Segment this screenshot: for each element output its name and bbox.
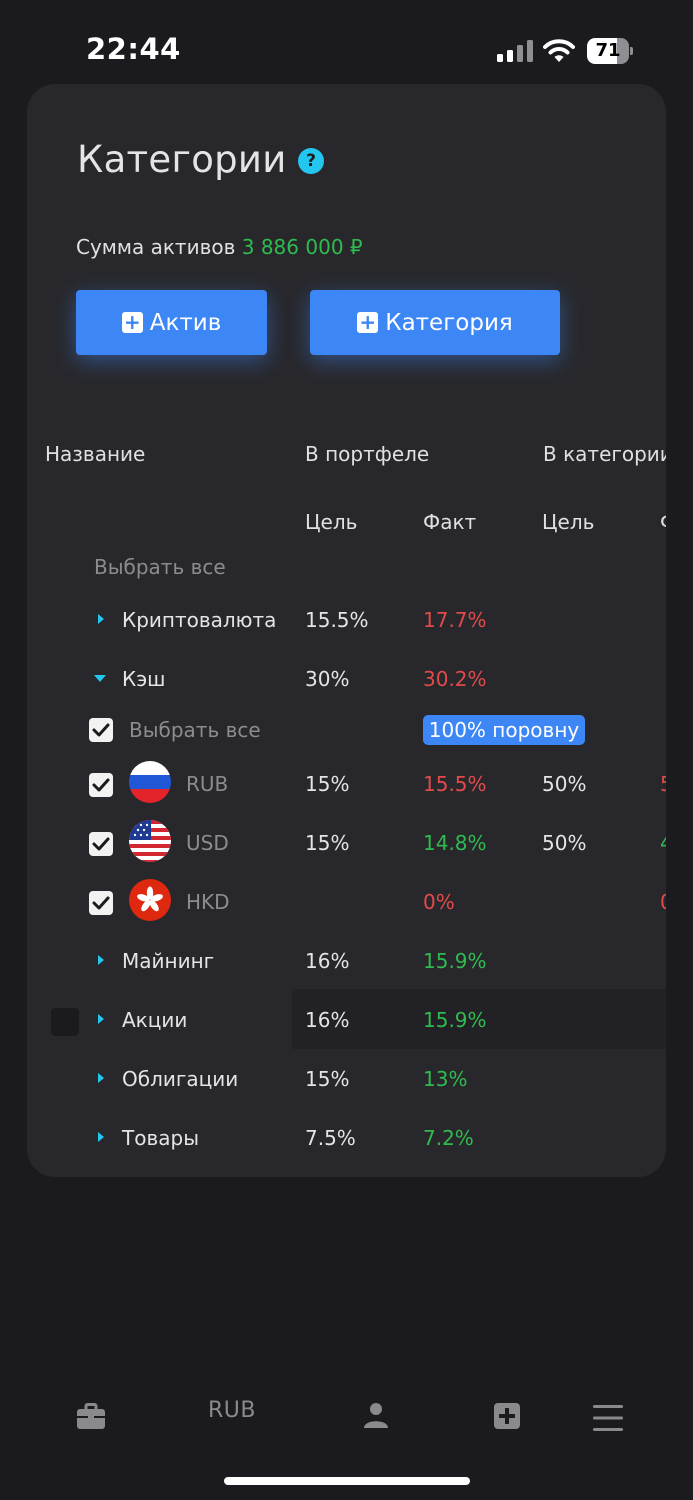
asset-fact: 15.5% [423,772,487,796]
expand-icon[interactable] [98,1132,104,1142]
expand-icon[interactable] [98,1014,104,1024]
category-fact: 15.9% [423,949,487,973]
asset-category-fact: 4 [660,831,666,855]
category-goal: 16% [305,949,350,973]
expand-icon[interactable] [98,1073,104,1083]
asset-category-fact: 0 [660,890,666,914]
usa-flag-icon [129,820,171,862]
asset-goal: 15% [305,831,350,855]
asset-category-goal: 50% [542,831,587,855]
hong-kong-flag-icon [129,879,171,921]
page-title: Категории [77,138,287,181]
split-evenly-button[interactable]: 100% поровну [423,715,585,745]
wifi-icon [543,39,575,62]
checkbox-checked[interactable] [89,832,113,856]
add-asset-button[interactable]: + Актив [76,290,267,355]
assets-sum: Сумма активов 3 886 000 ₽ [76,235,363,259]
asset-category-fact: 5 [660,772,666,796]
tab-bar: RUB [0,1380,693,1460]
category-goal: 15.5% [305,608,369,632]
briefcase-icon[interactable] [77,1403,105,1429]
drag-handle[interactable] [51,1008,79,1036]
asset-goal: 15% [305,772,350,796]
categories-card: Категории ? Сумма активов 3 886 000 ₽ + … [27,84,666,1177]
column-header-in-category[interactable]: В категории [543,442,666,466]
collapse-icon[interactable] [94,675,106,682]
category-name[interactable]: Облигации [122,1067,238,1091]
category-goal: 30% [305,667,350,691]
assets-sum-label: Сумма активов [76,235,236,259]
asset-name[interactable]: RUB [186,772,228,796]
category-fact: 17.7% [423,608,487,632]
checkbox-checked[interactable] [89,773,113,797]
column-header-name[interactable]: Название [45,442,145,466]
signal-icon [497,40,533,62]
asset-fact: 0% [423,890,455,914]
checkbox-checked[interactable] [89,891,113,915]
home-indicator [224,1477,470,1485]
battery-icon: 71 [587,38,633,64]
category-goal: 16% [305,1008,350,1032]
subheader-fact-category[interactable]: Ф [660,510,666,534]
category-fact: 15.9% [423,1008,487,1032]
russia-flag-icon [129,761,171,803]
subheader-goal[interactable]: Цель [305,510,357,534]
currency-tab[interactable]: RUB [208,1398,256,1423]
add-icon[interactable] [494,1403,520,1429]
help-icon[interactable]: ? [298,148,324,174]
battery-level: 71 [595,40,621,61]
select-all-categories[interactable]: Выбрать все [94,555,226,579]
expand-icon[interactable] [98,614,104,624]
category-goal: 15% [305,1067,350,1091]
category-fact: 7.2% [423,1126,474,1150]
add-asset-label: Актив [149,309,222,336]
category-fact: 13% [423,1067,468,1091]
plus-icon: + [121,312,143,333]
category-name[interactable]: Майнинг [122,949,214,973]
expand-icon[interactable] [98,955,104,965]
status-time: 22:44 [86,32,181,66]
checkbox-checked[interactable] [89,718,113,742]
user-icon[interactable] [364,1402,388,1428]
asset-name[interactable]: USD [186,831,229,855]
asset-category-goal: 50% [542,772,587,796]
category-name[interactable]: Акции [122,1008,187,1032]
category-fact: 30.2% [423,667,487,691]
add-category-button[interactable]: + Категория [310,290,560,355]
category-name[interactable]: Товары [122,1126,199,1150]
assets-sum-value: 3 886 000 ₽ [241,235,363,259]
asset-name[interactable]: HKD [186,890,230,914]
add-category-label: Категория [385,309,513,336]
menu-icon[interactable] [593,1404,623,1432]
asset-fact: 14.8% [423,831,487,855]
column-header-in-portfolio[interactable]: В портфеле [305,442,429,466]
category-name[interactable]: Кэш [122,667,165,691]
category-goal: 7.5% [305,1126,356,1150]
subheader-fact[interactable]: Факт [423,510,476,534]
subheader-goal-category[interactable]: Цель [542,510,594,534]
plus-icon: + [357,312,379,333]
select-all-assets[interactable]: Выбрать все [129,718,261,742]
category-name[interactable]: Криптовалюта [122,608,276,632]
